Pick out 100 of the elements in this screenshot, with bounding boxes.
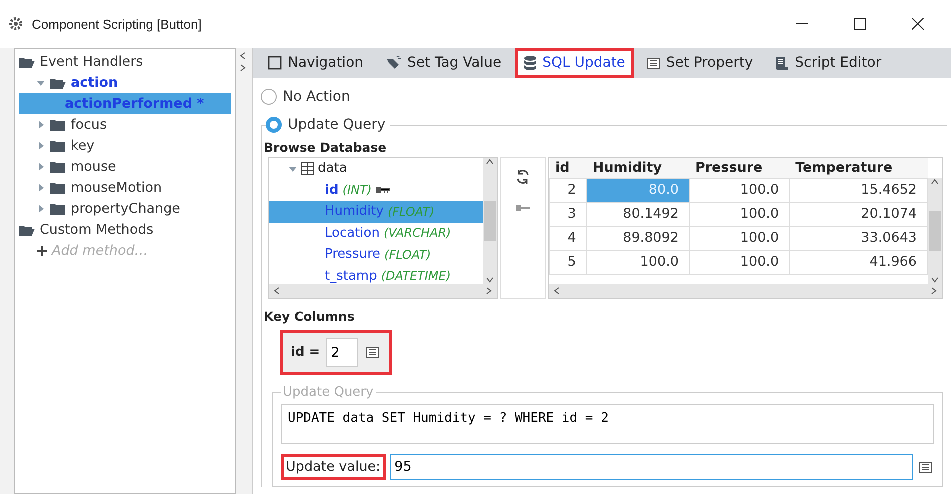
- scrollbar-thumb[interactable]: [484, 201, 496, 241]
- column-item[interactable]: Location: [325, 226, 380, 241]
- table-cell[interactable]: 4: [550, 226, 587, 250]
- column-type: (VARCHAR): [384, 226, 452, 240]
- table-cell[interactable]: 80.1492: [586, 202, 690, 226]
- action-tab[interactable]: Script Editor: [766, 48, 891, 78]
- tree-item[interactable]: action: [71, 74, 118, 90]
- table-icon: [301, 162, 314, 176]
- column-type: (DATETIME): [381, 269, 452, 284]
- table-cell[interactable]: 5: [550, 250, 587, 274]
- vertical-scrollbar[interactable]: [928, 178, 942, 284]
- expand-arrow-icon[interactable]: [37, 204, 45, 212]
- tree-item[interactable]: key: [71, 138, 95, 154]
- table-cell[interactable]: 100.0: [689, 250, 790, 274]
- table-cell[interactable]: 3: [550, 202, 587, 226]
- scroll-left-icon[interactable]: [273, 287, 281, 295]
- scroll-right-icon[interactable]: [485, 287, 493, 295]
- expand-arrow-icon[interactable]: [37, 142, 45, 150]
- update-value-label: Update value:: [281, 454, 386, 480]
- table-cell[interactable]: 100.0: [689, 178, 790, 202]
- radio-label: No Action: [283, 89, 350, 105]
- list-button[interactable]: [917, 460, 934, 474]
- folder-icon: [50, 160, 66, 172]
- action-tab[interactable]: Set Tag Value: [376, 48, 511, 78]
- tree-item[interactable]: mouse: [71, 158, 116, 174]
- folder-icon: [50, 202, 66, 214]
- list-icon: [919, 462, 932, 472]
- column-type: (FLOAT): [384, 248, 432, 262]
- horizontal-scrollbar[interactable]: [549, 284, 942, 298]
- action-tab[interactable]: Set Property: [638, 48, 762, 78]
- section-heading: Key Columns: [264, 308, 356, 326]
- column-header[interactable]: id: [550, 158, 587, 178]
- action-tab[interactable]: SQL Update: [514, 48, 634, 78]
- tag-icon: [386, 56, 402, 70]
- close-icon: [912, 18, 924, 30]
- tree-item[interactable]: propertyChange: [71, 200, 180, 216]
- expand-arrow-icon[interactable]: [37, 120, 45, 128]
- scrollbar-thumb[interactable]: [929, 211, 941, 251]
- column-item[interactable]: id: [325, 182, 339, 198]
- column-type: (FLOAT): [388, 204, 435, 219]
- column-item[interactable]: t_stamp: [325, 268, 378, 284]
- column-header[interactable]: Pressure: [689, 158, 790, 178]
- radio-label: Update Query: [288, 117, 386, 133]
- table-cell[interactable]: 100.0: [586, 250, 690, 274]
- tree-item[interactable]: Event Handlers: [40, 54, 144, 70]
- chevron-right-icon[interactable]: [239, 64, 247, 72]
- radio-button[interactable]: [266, 117, 282, 133]
- tree-item[interactable]: mouseMotion: [71, 180, 162, 196]
- key-value-field[interactable]: 2: [326, 338, 358, 367]
- vertical-scrollbar[interactable]: [483, 158, 497, 284]
- expand-arrow-icon[interactable]: [37, 162, 45, 170]
- table-cell[interactable]: 100.0: [689, 202, 790, 226]
- table-cell[interactable]: 33.0643: [790, 226, 928, 250]
- expand-arrow-icon[interactable]: [37, 184, 45, 192]
- section-heading: Browse Database: [264, 139, 388, 157]
- table-cell[interactable]: 89.8092: [586, 226, 690, 250]
- table-cell[interactable]: 100.0: [689, 226, 790, 250]
- table-cell[interactable]: 2: [550, 178, 587, 202]
- script-icon: [775, 56, 790, 70]
- table-name[interactable]: data: [318, 161, 348, 176]
- scroll-up-icon[interactable]: [486, 158, 494, 166]
- folder-icon: [50, 182, 66, 194]
- list-button[interactable]: [364, 345, 382, 360]
- scroll-down-icon[interactable]: [486, 276, 494, 284]
- key-label: id =: [291, 345, 320, 360]
- folder-icon: [50, 140, 66, 152]
- tree-item[interactable]: focus: [71, 116, 108, 132]
- key-button[interactable]: [514, 202, 532, 214]
- database-icon: [524, 56, 537, 70]
- gear-icon: [8, 16, 24, 32]
- plus-icon: [37, 246, 47, 256]
- chevron-left-icon[interactable]: [239, 52, 247, 60]
- table-cell[interactable]: 20.1074: [790, 202, 928, 226]
- group-title: Update Query: [282, 385, 375, 400]
- maximize-icon: [854, 18, 866, 30]
- action-tab[interactable]: Navigation: [259, 48, 373, 78]
- horizontal-scrollbar[interactable]: [269, 284, 497, 298]
- window-title: Component Scripting [Button]: [32, 16, 203, 32]
- collapse-arrow-icon[interactable]: [37, 78, 45, 86]
- table-cell[interactable]: 41.966: [790, 250, 928, 274]
- list-icon: [647, 58, 660, 68]
- column-header[interactable]: Humidity: [586, 158, 690, 178]
- update-value-field[interactable]: 95: [390, 454, 913, 480]
- open-folder-icon: [19, 56, 35, 68]
- column-header[interactable]: Temperature: [790, 158, 928, 178]
- collapse-arrow-icon[interactable]: [289, 164, 297, 173]
- tree-item[interactable]: Custom Methods: [40, 222, 154, 238]
- open-folder-icon: [19, 224, 35, 236]
- folder-icon: [50, 118, 66, 130]
- list-icon: [366, 347, 380, 358]
- query-field[interactable]: UPDATE data SET Humidity = ? WHERE id = 2: [281, 404, 934, 444]
- scroll-left-icon[interactable]: [553, 287, 561, 295]
- table-cell[interactable]: 15.4652: [790, 178, 928, 202]
- column-item[interactable]: Pressure: [325, 247, 381, 262]
- scroll-right-icon[interactable]: [930, 287, 938, 295]
- open-folder-icon: [50, 76, 66, 88]
- checkbox-icon: [268, 56, 282, 70]
- scroll-up-icon[interactable]: [931, 178, 939, 186]
- radio-button[interactable]: [261, 89, 277, 105]
- scroll-down-icon[interactable]: [931, 276, 939, 284]
